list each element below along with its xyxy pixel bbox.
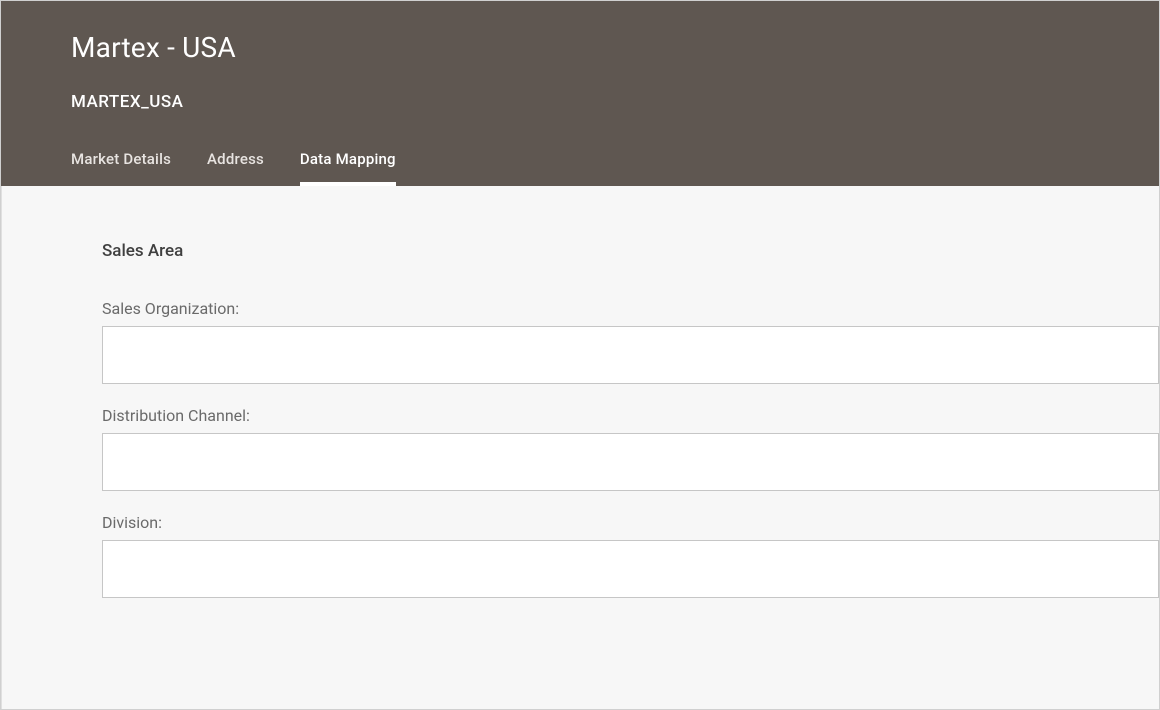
input-division[interactable] — [102, 540, 1159, 598]
label-sales-organization: Sales Organization: — [102, 299, 1159, 318]
page-header: Martex - USA MARTEX_USA Market Details A… — [1, 1, 1159, 186]
form-group-sales-organization: Sales Organization: — [102, 299, 1159, 384]
form-group-division: Division: — [102, 513, 1159, 598]
page-title: Martex - USA — [71, 31, 1159, 64]
tab-market-details[interactable]: Market Details — [71, 150, 171, 186]
tab-data-mapping[interactable]: Data Mapping — [300, 150, 396, 186]
tab-bar: Market Details Address Data Mapping — [71, 150, 1159, 186]
tab-address[interactable]: Address — [207, 150, 264, 186]
input-sales-organization[interactable] — [102, 326, 1159, 384]
input-distribution-channel[interactable] — [102, 433, 1159, 491]
label-division: Division: — [102, 513, 1159, 532]
section-title-sales-area: Sales Area — [102, 241, 1159, 261]
page-subtitle: MARTEX_USA — [71, 92, 1159, 112]
form-group-distribution-channel: Distribution Channel: — [102, 406, 1159, 491]
page-container: Martex - USA MARTEX_USA Market Details A… — [0, 0, 1160, 710]
content-area: Sales Area Sales Organization: Distribut… — [1, 186, 1159, 709]
label-distribution-channel: Distribution Channel: — [102, 406, 1159, 425]
